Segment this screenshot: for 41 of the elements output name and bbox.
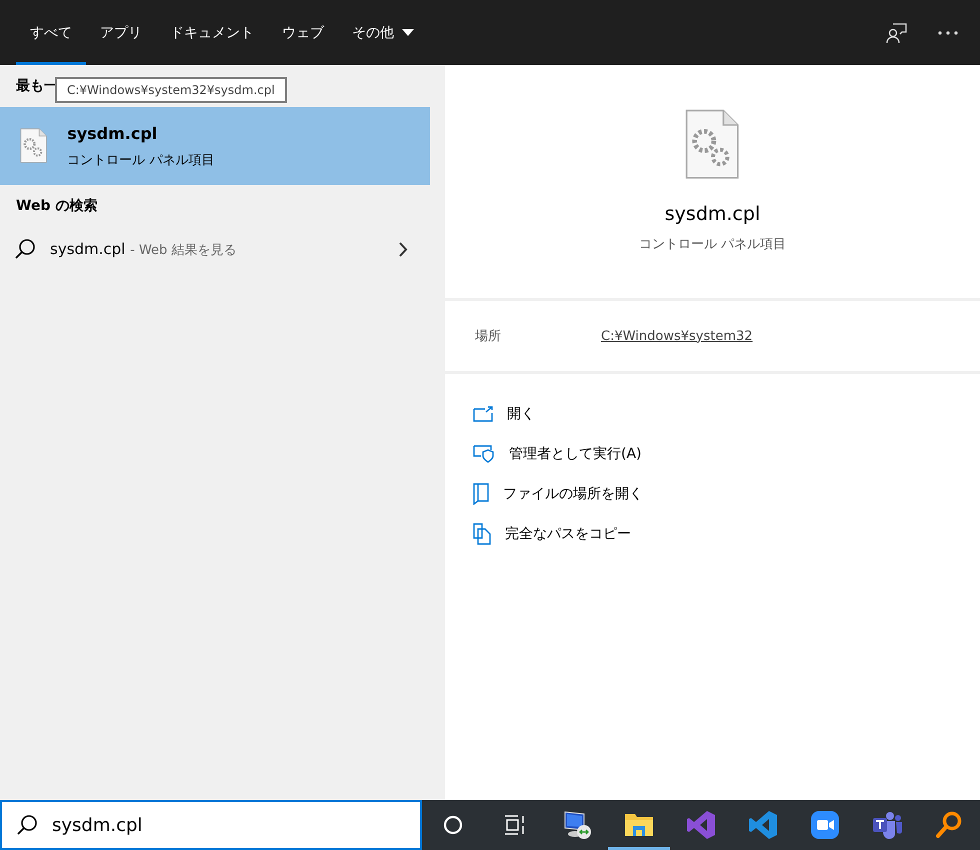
web-search-result[interactable]: sysdm.cpl - Web 結果を見る	[0, 227, 430, 271]
circle-icon	[443, 815, 463, 835]
remote-desktop-icon	[562, 810, 592, 840]
open-external-icon	[473, 406, 493, 422]
action-item[interactable]: ファイルの場所を開く	[473, 474, 980, 514]
caret-icon	[402, 29, 414, 36]
action-item[interactable]: 管理者として実行(A)	[473, 434, 980, 474]
filter-tab[interactable]: アプリ	[86, 0, 156, 65]
settings-file-icon	[20, 128, 48, 164]
result-title: sysdm.cpl	[67, 124, 158, 142]
preview-subtitle: コントロール パネル項目	[638, 236, 786, 254]
feedback-icon[interactable]	[886, 22, 908, 44]
filter-tab[interactable]: ドキュメント	[156, 0, 268, 65]
teams-icon	[871, 810, 903, 840]
result-subtitle: コントロール パネル項目	[67, 152, 214, 168]
code-editor-icon	[748, 810, 778, 840]
location-label: 場所	[475, 328, 501, 345]
settings-file-icon	[685, 109, 740, 180]
chevron-right-icon	[399, 242, 408, 256]
preview-title: sysdm.cpl	[664, 203, 760, 226]
task-view-icon	[504, 815, 526, 835]
video-camera-icon	[810, 810, 840, 840]
filter-tab[interactable]: その他	[338, 0, 428, 65]
best-match-result[interactable]: sysdm.cpl コントロール パネル項目	[0, 107, 430, 185]
path-tooltip: C:¥Windows¥system32¥sysdm.cpl	[55, 77, 287, 103]
action-item[interactable]: 開く	[473, 394, 980, 434]
folder-icon	[473, 483, 489, 505]
search-box[interactable]: sysdm.cpl	[0, 800, 422, 850]
search-icon	[14, 238, 36, 260]
search-icon	[16, 814, 38, 836]
action-item[interactable]: 完全なパスをコピー	[473, 514, 980, 554]
search-field[interactable]: sysdm.cpl	[50, 814, 350, 836]
search-app-icon	[935, 811, 963, 839]
visual-studio-icon	[686, 810, 716, 840]
location-link[interactable]: C:¥Windows¥system32	[601, 328, 753, 344]
copy-icon	[473, 523, 491, 545]
filter-tab[interactable]: ウェブ	[268, 0, 338, 65]
folder-app-icon	[624, 812, 654, 838]
shield-monitor-icon	[473, 445, 495, 463]
section-heading: Web の検索	[16, 197, 98, 215]
more-icon[interactable]	[938, 30, 958, 34]
